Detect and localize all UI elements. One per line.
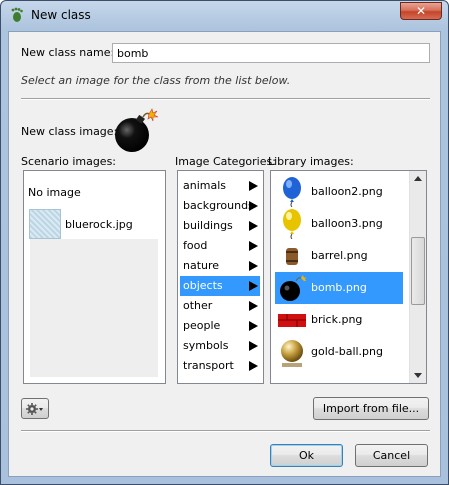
selected-class-image-bomb: [115, 108, 159, 152]
cancel-button[interactable]: Cancel: [355, 444, 428, 467]
bomb-icon: [280, 275, 306, 301]
category-animals[interactable]: animals: [180, 176, 260, 196]
category-food[interactable]: food: [180, 236, 260, 256]
import-from-file-button[interactable]: Import from file...: [313, 397, 429, 420]
library-item-selected[interactable]: bomb.png: [275, 272, 403, 304]
submenu-arrow-icon: [249, 321, 258, 331]
image-categories-label: Image Categories:: [175, 155, 276, 168]
submenu-arrow-icon: [249, 281, 258, 291]
category-nature[interactable]: nature: [180, 256, 260, 276]
category-label: objects: [183, 279, 223, 292]
category-label: nature: [183, 259, 220, 272]
submenu-arrow-icon: [249, 201, 258, 211]
submenu-arrow-icon: [249, 181, 258, 191]
separator: [21, 98, 430, 100]
library-item[interactable]: brick.png: [275, 304, 403, 336]
category-backgrounds[interactable]: backgrounds: [180, 196, 260, 216]
dialog-body: New class name: Select an image for the …: [8, 31, 441, 477]
library-item-label: gold-ball.png: [311, 345, 383, 358]
library-item-label: bomb.png: [311, 281, 367, 294]
gold-ball-icon: [281, 340, 303, 367]
new-class-dialog: New class ✕ New class name: Select an im…: [0, 0, 449, 485]
library-scrollbar[interactable]: [409, 171, 426, 383]
class-image-label: New class image:: [21, 125, 118, 138]
greenfoot-footprint-icon: [11, 7, 23, 22]
library-images-list[interactable]: balloon2.png balloon3.png barrel.png bom…: [270, 170, 427, 384]
category-label: symbols: [183, 339, 229, 352]
red-brick-icon: [278, 314, 306, 327]
scenario-images-list[interactable]: No image bluerock.jpg: [23, 170, 166, 384]
category-objects[interactable]: objects: [180, 276, 260, 296]
category-label: animals: [183, 179, 227, 192]
hint-text: Select an image for the class from the l…: [21, 74, 291, 87]
category-label: buildings: [183, 219, 233, 232]
library-item-label: brick.png: [311, 313, 363, 326]
library-item-label: barrel.png: [311, 249, 368, 262]
title-bar[interactable]: New class ✕: [1, 1, 448, 30]
category-label: food: [183, 239, 208, 252]
list-item-no-image[interactable]: No image: [28, 186, 81, 199]
blue-balloon-icon: [283, 177, 301, 207]
window-title: New class: [31, 8, 91, 22]
submenu-arrow-icon: [249, 221, 258, 231]
submenu-arrow-icon: [249, 261, 258, 271]
category-label: people: [183, 319, 221, 332]
close-button[interactable]: ✕: [400, 2, 442, 20]
scroll-down-arrow-icon[interactable]: [414, 373, 422, 378]
submenu-arrow-icon: [249, 301, 258, 311]
scrollbar-thumb[interactable]: [411, 237, 425, 305]
category-label: backgrounds: [183, 199, 254, 212]
library-images-label: Library images:: [268, 155, 354, 168]
list-item-bluerock[interactable]: bluerock.jpg: [65, 218, 133, 231]
close-icon: ✕: [415, 4, 427, 18]
ok-button[interactable]: Ok: [270, 444, 343, 467]
library-item[interactable]: barrel.png: [275, 240, 403, 272]
scroll-up-arrow-icon[interactable]: [414, 176, 422, 181]
scenario-images-label: Scenario images:: [21, 155, 117, 168]
yellow-balloon-icon: [283, 209, 301, 239]
library-item[interactable]: gold-ball.png: [275, 336, 403, 368]
category-people[interactable]: people: [180, 316, 260, 336]
class-name-label: New class name:: [21, 46, 115, 59]
options-dropdown-button[interactable]: [21, 398, 49, 419]
bluerock-thumbnail-icon: [29, 209, 61, 239]
submenu-arrow-icon: [249, 361, 258, 371]
separator: [21, 430, 430, 432]
category-symbols[interactable]: symbols: [180, 336, 260, 356]
category-other[interactable]: other: [180, 296, 260, 316]
library-item[interactable]: balloon2.png: [275, 176, 403, 208]
category-label: other: [183, 299, 213, 312]
class-name-input[interactable]: [112, 43, 430, 63]
scenario-empty-area: [30, 239, 158, 377]
library-item-label: balloon3.png: [311, 217, 383, 230]
category-transport[interactable]: transport: [180, 356, 260, 376]
image-categories-list[interactable]: animals backgrounds buildings food natur…: [177, 170, 264, 384]
barrel-icon: [286, 248, 298, 265]
category-buildings[interactable]: buildings: [180, 216, 260, 236]
gear-icon: [26, 403, 43, 415]
library-item-label: balloon2.png: [311, 185, 383, 198]
library-item[interactable]: balloon3.png: [275, 208, 403, 240]
category-label: transport: [183, 359, 234, 372]
submenu-arrow-icon: [249, 241, 258, 251]
submenu-arrow-icon: [249, 341, 258, 351]
